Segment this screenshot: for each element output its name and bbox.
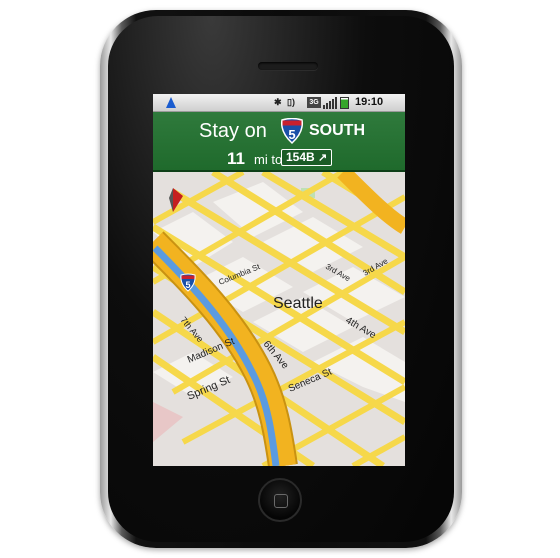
map-view[interactable]: 5 Columbia St 3rd Ave 3rd Ave 4th Ave 7t… <box>153 166 405 466</box>
exit-number: 154B <box>286 150 315 164</box>
home-button[interactable] <box>258 478 302 522</box>
phone-screen: ✱ ▯) 3G 19:10 Stay on 5 SOUTH 11 mi to 1… <box>153 94 405 466</box>
signal-strength-icon <box>323 97 337 109</box>
distance-unit: mi to <box>254 152 283 167</box>
city-label: Seattle <box>273 295 323 312</box>
direction-banner[interactable]: Stay on 5 SOUTH 11 mi to 154B ↗ <box>153 112 405 172</box>
map-route-number: 5 <box>185 280 190 290</box>
home-square-icon <box>274 494 288 508</box>
route-number: 5 <box>288 127 295 142</box>
direction-text: SOUTH <box>309 122 365 139</box>
vibrate-icon: ▯) <box>287 97 295 107</box>
distance-value: 11 <box>227 149 245 168</box>
interstate-shield-icon: 5 <box>280 118 304 144</box>
battery-icon <box>340 97 349 109</box>
bluetooth-icon: ✱ <box>274 97 282 107</box>
map-canvas[interactable]: 5 Columbia St 3rd Ave 3rd Ave 4th Ave 7t… <box>153 166 405 466</box>
network-type: 3G <box>307 97 321 108</box>
earpiece-speaker <box>258 62 318 70</box>
status-time: 19:10 <box>355 96 384 108</box>
navigation-arrow-icon <box>166 97 176 108</box>
status-bar: ✱ ▯) 3G 19:10 <box>153 94 405 112</box>
instruction-text: Stay on <box>199 120 267 142</box>
exit-sign: 154B ↗ <box>281 149 332 166</box>
exit-arrow-icon: ↗ <box>318 152 328 164</box>
